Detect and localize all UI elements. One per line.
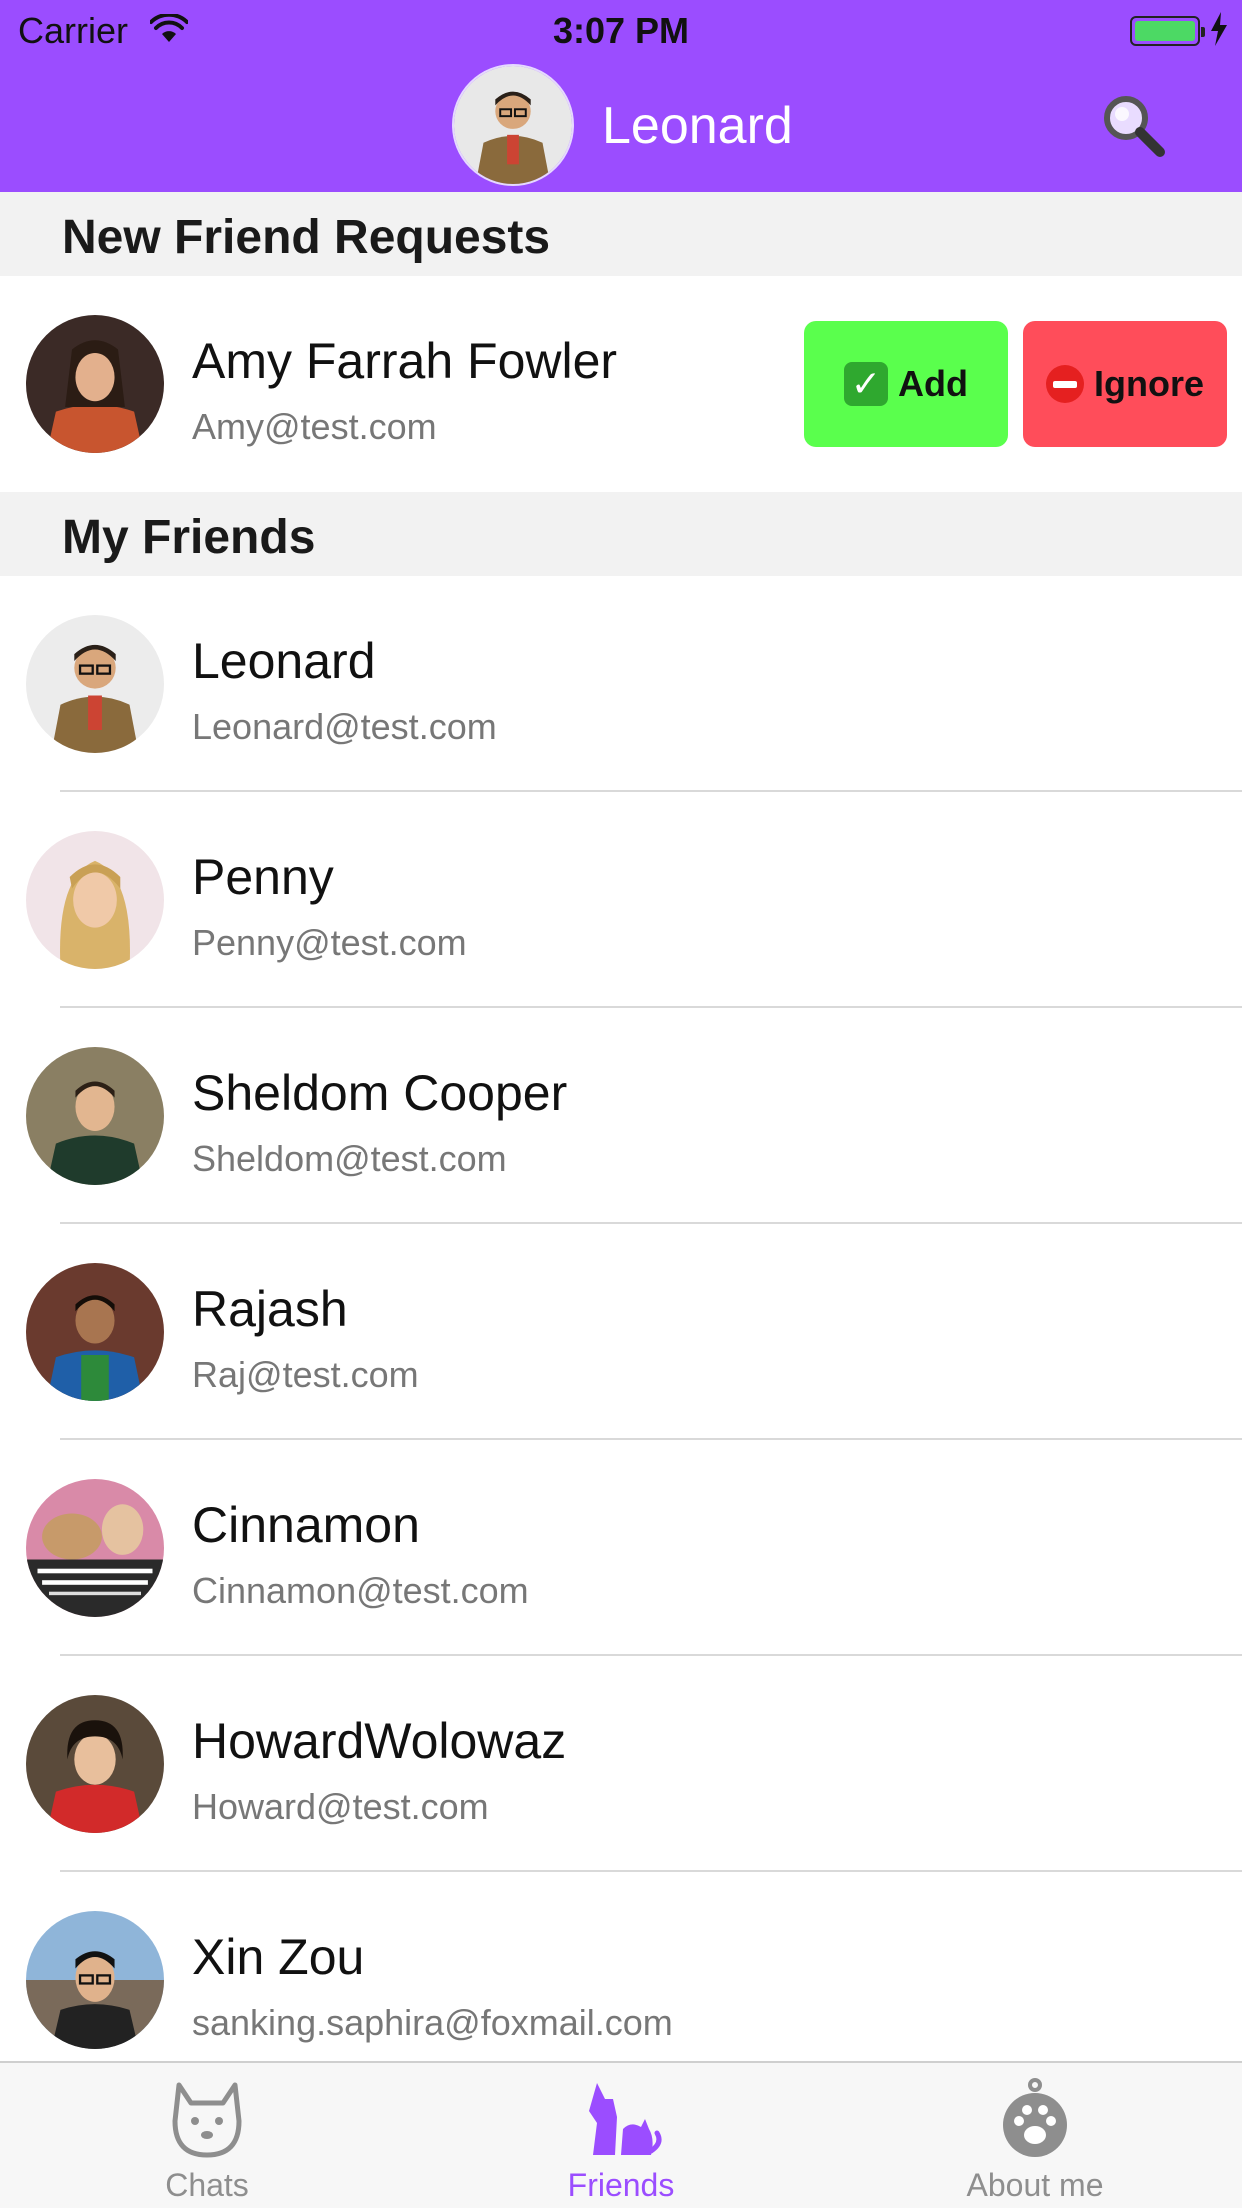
section-header-friends: My Friends: [0, 492, 1242, 576]
friend-row[interactable]: Leonard Leonard@test.com: [0, 576, 1242, 792]
check-icon: ✓: [844, 362, 888, 406]
charging-bolt-icon: [1211, 12, 1227, 46]
avatar: [26, 1695, 164, 1833]
avatar: [26, 1047, 164, 1185]
nav-title: Leonard: [602, 97, 793, 155]
nav-avatar[interactable]: [452, 64, 574, 186]
leonard-avatar-image: [454, 66, 572, 184]
ignore-button-label: Ignore: [1093, 363, 1204, 404]
tab-chats[interactable]: Chats: [0, 2063, 414, 2208]
howard-avatar-image: [26, 1695, 164, 1833]
xin-zou-avatar-image: [26, 1911, 164, 2049]
dog-cat-icon: [589, 2083, 662, 2155]
avatar: [26, 1263, 164, 1401]
section-title-friends: My Friends: [62, 511, 316, 564]
tab-label: Friends: [567, 2167, 675, 2203]
status-time: 3:07 PM: [552, 10, 690, 51]
friend-row[interactable]: Sheldom Cooper Sheldom@test.com: [0, 1008, 1242, 1224]
cinnamon-avatar-image: [26, 1479, 164, 1617]
friend-name: Rajash: [192, 1281, 348, 1337]
amy-avatar-image: [26, 315, 164, 453]
friend-email: Raj@test.com: [192, 1354, 419, 1395]
penny-avatar-image: [26, 831, 164, 969]
tab-label: About me: [966, 2167, 1104, 2203]
friend-row[interactable]: Xin Zou sanking.saphira@foxmail.com: [0, 1872, 1242, 2088]
ignore-request-button[interactable]: Ignore: [1023, 321, 1227, 447]
avatar: [26, 315, 164, 453]
request-email: Amy@test.com: [192, 406, 437, 447]
friend-name: Xin Zou: [192, 1929, 365, 1985]
friend-row[interactable]: Penny Penny@test.com: [0, 792, 1242, 1008]
add-button-label: Add: [898, 363, 968, 404]
friend-row[interactable]: HowardWolowaz Howard@test.com: [0, 1656, 1242, 1872]
search-icon[interactable]: [1098, 90, 1168, 160]
friend-name: Penny: [192, 849, 334, 905]
friend-email: Leonard@test.com: [192, 706, 497, 747]
tab-friends[interactable]: Friends: [414, 2063, 828, 2208]
navigation-bar: Carrier 3:07 PM Leonard: [0, 0, 1242, 192]
friend-name: Leonard: [192, 633, 376, 689]
raj-avatar-image: [26, 1263, 164, 1401]
add-friend-button[interactable]: ✓ Add: [804, 321, 1008, 447]
tab-label: Chats: [165, 2167, 249, 2203]
avatar: [26, 615, 164, 753]
tab-bar: Chats Friends About me: [0, 2061, 1242, 2208]
friend-email: Penny@test.com: [192, 922, 467, 963]
tab-about-me[interactable]: About me: [828, 2063, 1242, 2208]
friend-name: HowardWolowaz: [192, 1713, 567, 1769]
section-title-requests: New Friend Requests: [62, 211, 551, 264]
paw-icon: [1003, 2078, 1067, 2157]
no-entry-icon: [1045, 365, 1084, 403]
avatar: [26, 831, 164, 969]
battery-icon: [1130, 16, 1205, 46]
friend-email: Cinnamon@test.com: [192, 1570, 529, 1611]
friend-name: Cinnamon: [192, 1497, 420, 1553]
leonard-avatar-image: [26, 615, 164, 753]
status-bar: Carrier 3:07 PM: [0, 0, 1242, 62]
request-name: Amy Farrah Fowler: [192, 333, 618, 389]
friend-email: Sheldom@test.com: [192, 1138, 507, 1179]
section-header-requests: New Friend Requests: [0, 192, 1242, 276]
friend-email: Howard@test.com: [192, 1786, 489, 1827]
doge-icon: [172, 2082, 242, 2158]
avatar: [26, 1479, 164, 1617]
friend-name: Sheldom Cooper: [192, 1065, 568, 1121]
avatar: [26, 1911, 164, 2049]
sheldon-avatar-image: [26, 1047, 164, 1185]
friend-row[interactable]: Rajash Raj@test.com: [0, 1224, 1242, 1440]
friend-row[interactable]: Cinnamon Cinnamon@test.com: [0, 1440, 1242, 1656]
friend-request-row: Amy Farrah Fowler Amy@test.com ✓ Add Ign…: [0, 276, 1242, 492]
friend-email: sanking.saphira@foxmail.com: [192, 2002, 673, 2043]
